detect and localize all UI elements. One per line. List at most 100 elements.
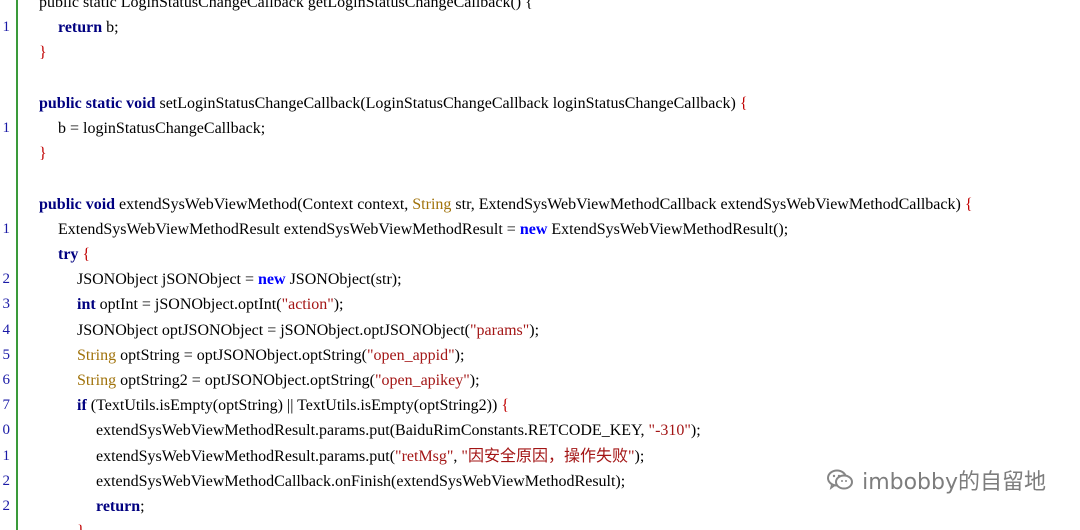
code-token: "retMsg"	[395, 447, 454, 465]
code-line: 6 String optString2 = optJSONObject.optSt…	[0, 368, 1080, 393]
code-text: }	[39, 141, 47, 166]
code-text: if (TextUtils.isEmpty(optString) || Text…	[77, 393, 509, 418]
code-line: 5 String optString = optJSONObject.optStr…	[0, 343, 1080, 368]
line-number: 6	[2, 372, 11, 388]
code-token: {	[501, 397, 509, 415]
code-line: 1 return b;	[0, 15, 1080, 40]
code-token: "open_appid"	[366, 346, 455, 364]
code-token: extendSysWebViewMethodCallback.onFinish(…	[96, 472, 626, 490]
code-line: 3 int optInt = jSONObject.optInt("action"…	[0, 292, 1080, 317]
code-token: extendSysWebViewMethod(Context context,	[115, 195, 413, 213]
code-text: public static void setLoginStatusChangeC…	[39, 91, 748, 116]
code-token: }	[77, 523, 85, 530]
code-token: }	[39, 145, 47, 163]
code-text: extendSysWebViewMethodResult.params.put(…	[96, 418, 701, 443]
code-token: optString2 = optJSONObject.optString(	[116, 372, 375, 389]
code-token: "因安全原因，操作失败"	[461, 447, 635, 465]
line-number: 1	[2, 220, 11, 237]
code-line: 1 b = loginStatusChangeCallback;	[0, 116, 1080, 141]
watermark: imbobby的自留地	[826, 464, 1046, 496]
code-text: public static LoginStatusChangeCallback …	[39, 0, 533, 15]
code-line: public static LoginStatusChangeCallback …	[0, 0, 1080, 15]
code-token: String	[77, 372, 117, 389]
code-text: JSONObject optJSONObject = jSONObject.op…	[77, 318, 539, 343]
line-number: 0	[2, 422, 11, 439]
code-line: 0 extendSysWebViewMethodResult.params.put…	[0, 418, 1080, 443]
line-number: 5	[2, 346, 11, 363]
code-token: new	[258, 271, 286, 289]
code-line: }	[0, 141, 1080, 166]
code-token: JSONObject jSONObject =	[77, 271, 259, 289]
line-number: 7	[2, 397, 11, 414]
code-token: optString = optJSONObject.optString(	[116, 346, 367, 364]
code-token: return	[58, 19, 103, 37]
code-text: extendSysWebViewMethodResult.params.put(…	[96, 444, 644, 469]
code-text: }	[77, 519, 85, 530]
code-token: {	[739, 94, 748, 112]
code-text: return b;	[58, 15, 119, 40]
code-text: String optString2 = optJSONObject.optStr…	[77, 368, 480, 393]
code-token: {	[964, 195, 973, 213]
line-number: 1	[2, 120, 11, 136]
code-token: String	[412, 195, 452, 213]
code-line: 2 return;	[0, 494, 1080, 519]
code-token: setLoginStatusChangeCallback(LoginStatus…	[155, 94, 740, 112]
code-token: }	[39, 44, 47, 62]
code-line: 7 if (TextUtils.isEmpty(optString) || Tex…	[0, 393, 1080, 418]
code-token: public static LoginStatusChangeCallback …	[39, 0, 533, 11]
code-token: try	[58, 246, 79, 263]
code-text: extendSysWebViewMethodCallback.onFinish(…	[96, 469, 625, 494]
line-number: 2	[2, 472, 11, 489]
code-text: }	[39, 40, 47, 65]
code-token: return	[96, 498, 141, 515]
code-token: "-310"	[648, 422, 691, 440]
code-token: int	[77, 296, 96, 314]
code-token: public static void	[39, 94, 156, 112]
code-token: b;	[102, 19, 119, 37]
code-line: 2 JSONObject jSONObject = new JSONObject(…	[0, 267, 1080, 292]
code-token: );	[634, 447, 645, 465]
code-token: ExtendSysWebViewMethodResult();	[547, 220, 789, 238]
code-token: public void	[39, 195, 116, 213]
code-text: return;	[96, 494, 145, 519]
code-token: str, ExtendSysWebViewMethodCallback exte…	[451, 195, 965, 213]
code-token: JSONObject optJSONObject = jSONObject.op…	[77, 321, 470, 339]
code-token: );	[333, 296, 344, 314]
code-line: public void extendSysWebViewMethod(Conte…	[0, 192, 1080, 217]
code-line: 1 ExtendSysWebViewMethodResult extendSysW…	[0, 217, 1080, 242]
code-token: ;	[140, 498, 145, 515]
line-number: 3	[2, 296, 11, 313]
code-token: String	[77, 346, 117, 364]
code-token: );	[469, 372, 480, 389]
code-token: new	[519, 220, 548, 238]
code-token: optInt = jSONObject.optInt(	[95, 296, 282, 314]
line-number: 1	[2, 19, 11, 36]
code-token: "open_apikey"	[374, 372, 470, 389]
code-token: if	[77, 397, 87, 415]
code-token: (TextUtils.isEmpty(optString) || TextUti…	[86, 397, 502, 415]
code-line: }	[0, 40, 1080, 65]
code-text: b = loginStatusChangeCallback;	[58, 116, 265, 141]
code-text: int optInt = jSONObject.optInt("action")…	[77, 292, 344, 317]
code-token: "action"	[281, 296, 334, 314]
code-text: try {	[58, 242, 90, 267]
code-token: {	[82, 246, 91, 263]
wechat-icon	[826, 468, 854, 492]
line-number: 4	[2, 321, 11, 338]
line-number: 2	[2, 271, 11, 288]
code-token: b = loginStatusChangeCallback;	[58, 120, 266, 137]
code-text: JSONObject jSONObject = new JSONObject(s…	[77, 267, 402, 292]
code-token: extendSysWebViewMethodResult.params.put(	[96, 447, 396, 465]
code-token: JSONObject(str);	[285, 271, 402, 289]
watermark-text: imbobby的自留地	[862, 470, 1046, 495]
code-text: ExtendSysWebViewMethodResult extendSysWe…	[58, 217, 788, 242]
line-number: 2	[2, 498, 11, 514]
code-line: }	[0, 519, 1080, 530]
code-token: );	[529, 321, 540, 339]
code-text: public void extendSysWebViewMethod(Conte…	[39, 192, 973, 217]
code-line: 4 JSONObject optJSONObject = jSONObject.o…	[0, 318, 1080, 343]
code-token: ExtendSysWebViewMethodResult extendSysWe…	[58, 220, 520, 238]
code-token: extendSysWebViewMethodResult.params.put(…	[96, 422, 649, 440]
